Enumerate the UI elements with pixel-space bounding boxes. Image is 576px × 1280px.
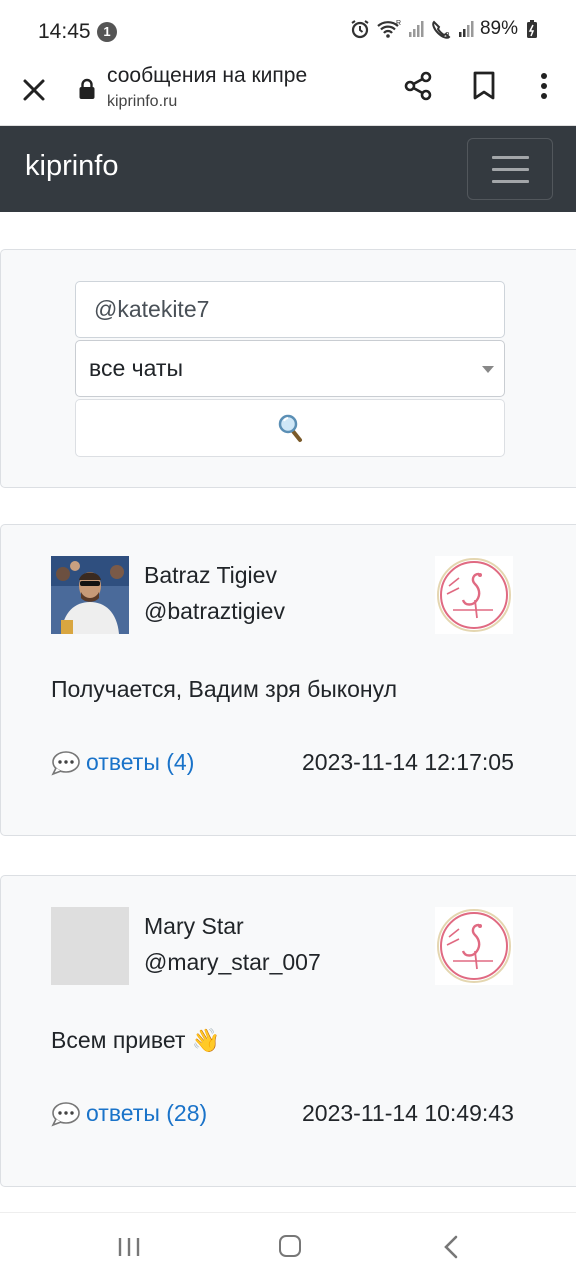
lock-icon — [79, 78, 95, 99]
close-icon[interactable] — [18, 74, 50, 106]
wifi-calling-icon: 2 — [432, 20, 451, 39]
status-bar: 14:45 1 R 2 89% — [0, 0, 576, 62]
message-card: Batraz Tigiev @batraztigiev Получается, … — [0, 524, 576, 836]
system-nav-bar — [0, 1212, 576, 1280]
chat-select[interactable]: все чаты — [75, 340, 505, 397]
browser-toolbar: сообщения на кипре kiprinfo.ru — [0, 62, 576, 126]
wifi-icon: R — [377, 20, 401, 38]
status-icons: R 2 89% — [350, 18, 538, 40]
speech-bubble-icon — [51, 750, 80, 775]
chat-logo[interactable] — [435, 907, 513, 985]
battery-percent: 89% — [479, 18, 518, 39]
battery-charging-icon — [527, 20, 537, 38]
message-text: Получается, Вадим зря быконул — [51, 676, 398, 702]
search-form: @katekite7 все чаты — [0, 249, 576, 488]
replies-count-link[interactable]: ответы (28) — [86, 1100, 207, 1127]
flamingo-logo-icon — [437, 558, 511, 632]
site-brand-link[interactable]: kiprinfo — [25, 150, 119, 183]
flamingo-logo-icon — [437, 909, 511, 983]
magnifier-icon — [278, 414, 302, 442]
page-domain: kiprinfo.ru — [107, 93, 178, 110]
home-icon[interactable] — [279, 1235, 301, 1257]
svg-text:2: 2 — [445, 31, 450, 39]
signal-icon-2 — [458, 21, 474, 37]
more-options-icon[interactable] — [532, 70, 556, 102]
replies-link[interactable]: ответы (4) — [51, 749, 194, 776]
message-card: Mary Star @mary_star_007 Всем привет 👋 о… — [0, 875, 576, 1187]
back-icon[interactable] — [443, 1235, 459, 1259]
chat-select-value: все чаты — [89, 355, 183, 381]
chat-logo[interactable] — [435, 556, 513, 634]
author-name: Mary Star — [144, 913, 244, 939]
avatar-photo — [51, 556, 129, 634]
navbar-toggle-button[interactable] — [467, 138, 553, 200]
username-input[interactable]: @katekite7 — [75, 281, 505, 338]
share-icon[interactable] — [402, 70, 434, 102]
recent-apps-icon[interactable] — [118, 1236, 140, 1258]
avatar-placeholder[interactable] — [51, 907, 129, 985]
signal-icon — [408, 21, 424, 37]
message-date: 2023-11-14 10:49:43 — [302, 1100, 514, 1126]
svg-text:R: R — [396, 20, 401, 27]
site-navbar: kiprinfo — [0, 126, 576, 212]
author-name: Batraz Tigiev — [144, 562, 277, 588]
speech-bubble-icon — [51, 1101, 80, 1126]
status-time: 14:45 — [38, 20, 91, 43]
bookmark-icon[interactable] — [470, 70, 498, 102]
caret-down-icon — [482, 366, 494, 373]
replies-count-link[interactable]: ответы (4) — [86, 749, 194, 776]
replies-link[interactable]: ответы (28) — [51, 1100, 207, 1127]
author-handle[interactable]: @batraztigiev — [144, 598, 285, 625]
avatar[interactable] — [51, 556, 129, 634]
author-handle[interactable]: @mary_star_007 — [144, 949, 321, 976]
search-button[interactable] — [75, 399, 505, 457]
alarm-icon — [351, 20, 369, 39]
message-date: 2023-11-14 12:17:05 — [302, 749, 514, 775]
page-title: сообщения на кипре — [107, 64, 308, 87]
notification-count-badge: 1 — [97, 22, 117, 42]
message-text: Всем привет 👋 — [51, 1027, 221, 1053]
